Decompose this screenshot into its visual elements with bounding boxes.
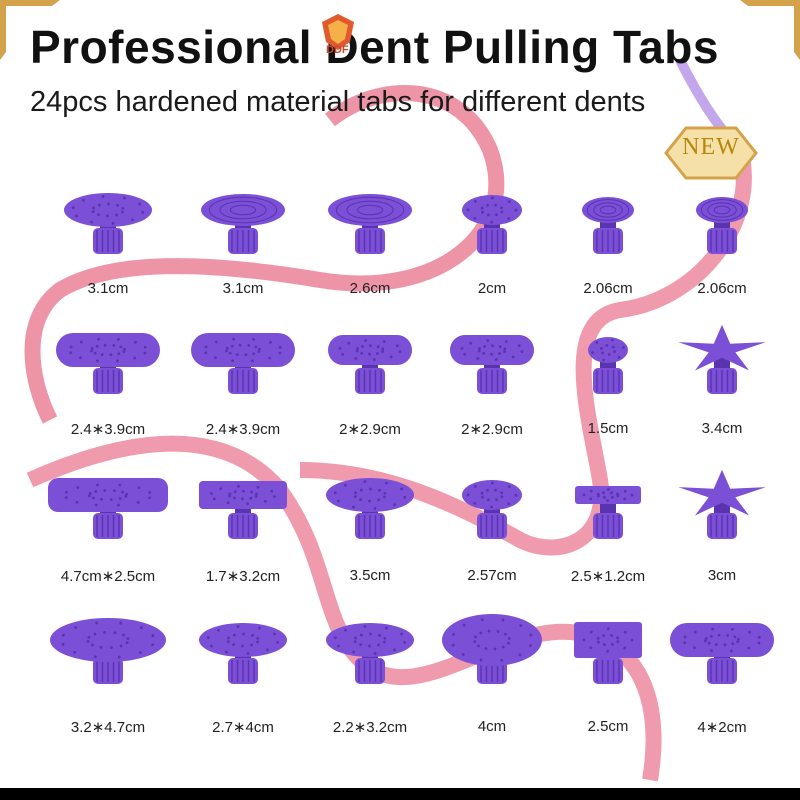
dent-tab-icon bbox=[328, 335, 412, 394]
dent-tab-icon bbox=[462, 195, 522, 254]
dent-tab-icon bbox=[670, 623, 774, 684]
dent-tab-icon bbox=[574, 622, 642, 684]
dent-tab bbox=[543, 170, 673, 320]
dent-tab-icon bbox=[678, 324, 766, 394]
brand-logo-text: DDF bbox=[326, 44, 349, 56]
tab-size-label: 2.2∗3.2cm bbox=[332, 719, 408, 736]
dent-tab-icon bbox=[588, 337, 628, 394]
tab-size-label: 2.7∗4cm bbox=[212, 719, 274, 736]
dent-tab-icon bbox=[50, 618, 166, 684]
dent-tab-icon bbox=[462, 480, 522, 539]
tab-size-label: 2.5∗1.2cm bbox=[570, 568, 646, 585]
tab-size-label: 2cm bbox=[477, 280, 507, 297]
tab-size-label: 2.06cm bbox=[583, 280, 633, 297]
tab-size-label: 2∗2.9cm bbox=[461, 421, 523, 438]
tab-size-label: 3cm bbox=[707, 567, 737, 584]
tab-size-label: 3.4cm bbox=[701, 420, 743, 437]
tab-size-label: 2∗2.9cm bbox=[339, 421, 401, 438]
new-badge-label: NEW bbox=[682, 134, 740, 160]
tab-size-label: 4cm bbox=[477, 718, 507, 735]
tab-size-label: 4.7cm∗2.5cm bbox=[60, 568, 156, 585]
tab-size-label: 4∗2cm bbox=[697, 719, 747, 736]
tab-size-label: 1.7∗3.2cm bbox=[205, 568, 281, 585]
tab-size-label: 2.4∗3.9cm bbox=[205, 421, 281, 438]
dent-tab-icon bbox=[199, 481, 287, 539]
dent-tab bbox=[543, 310, 673, 460]
dent-tab bbox=[657, 310, 787, 460]
tab-size-label: 2.06cm bbox=[697, 280, 747, 297]
bottom-border bbox=[0, 788, 800, 800]
dent-tab-icon bbox=[56, 333, 160, 394]
dent-tab-icon bbox=[575, 486, 641, 539]
dent-tab-icon bbox=[328, 194, 412, 254]
tab-size-label: 2.5cm bbox=[587, 718, 629, 735]
product-image: Professional Dent Pulling Tabs 24pcs har… bbox=[0, 0, 800, 800]
page-title: Professional Dent Pulling Tabs bbox=[30, 21, 719, 73]
dent-tab-icon bbox=[64, 193, 152, 254]
dent-tab bbox=[43, 170, 173, 320]
tab-size-label: 2.6cm bbox=[349, 280, 391, 297]
dent-tab-icon bbox=[201, 194, 285, 254]
tab-size-label: 3.2∗4.7cm bbox=[70, 719, 146, 736]
page-subtitle: 24pcs hardened material tabs for differe… bbox=[30, 86, 646, 118]
tab-size-label: 2.57cm bbox=[467, 567, 517, 584]
dent-tab-icon bbox=[696, 197, 748, 254]
tab-size-label: 3.1cm bbox=[87, 280, 129, 297]
dent-tab-icon bbox=[199, 623, 287, 684]
dent-tab bbox=[427, 170, 557, 320]
tab-size-label: 2.4∗3.9cm bbox=[70, 421, 146, 438]
dent-tab-icon bbox=[678, 469, 766, 539]
dent-tab-icon bbox=[326, 623, 414, 684]
dent-tab-icon bbox=[582, 197, 634, 254]
tab-size-label: 3.1cm bbox=[222, 280, 264, 297]
dent-tab-icon bbox=[326, 478, 414, 539]
dent-tab-icon bbox=[191, 333, 295, 394]
dent-tab bbox=[178, 170, 308, 320]
dent-tab bbox=[305, 170, 435, 320]
dent-tab-icon bbox=[450, 335, 534, 394]
dent-tab-icon bbox=[442, 614, 542, 684]
dent-tab bbox=[657, 170, 787, 320]
tab-size-label: 1.5cm bbox=[587, 420, 629, 437]
tab-size-label: 3.5cm bbox=[349, 567, 391, 584]
dent-tab-icon bbox=[48, 478, 168, 539]
